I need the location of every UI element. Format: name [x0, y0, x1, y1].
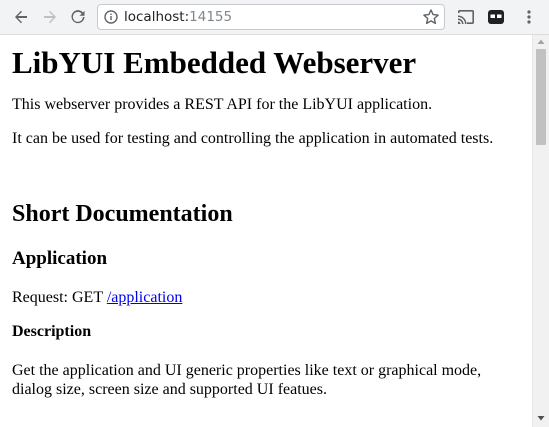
back-arrow-icon	[15, 10, 27, 24]
page-viewport: LibYUI Embedded Webserver This webserver…	[0, 35, 532, 427]
page-title: LibYUI Embedded Webserver	[12, 45, 417, 80]
page-content: LibYUI Embedded Webserver This webserver…	[0, 45, 532, 399]
request-line: Request: GET /application	[12, 288, 524, 307]
browser-toolbar: localhost:14155	[0, 0, 549, 35]
description-text: Get the application and UI generic prope…	[12, 362, 482, 398]
scroll-up-arrow-icon[interactable]	[537, 38, 545, 46]
more-vert-icon	[527, 10, 531, 24]
star-icon[interactable]	[422, 8, 440, 26]
extension-button[interactable]	[484, 5, 508, 29]
application-link[interactable]: /application	[107, 289, 183, 306]
cast-icon	[458, 10, 474, 24]
cast-button[interactable]	[454, 5, 478, 29]
application-heading: Application	[12, 248, 108, 269]
address-bar[interactable]: localhost:14155	[97, 4, 445, 30]
reload-icon	[71, 10, 85, 24]
reload-button[interactable]	[66, 5, 90, 29]
intro-paragraph-1: This webserver provides a REST API for t…	[12, 96, 433, 113]
intro-paragraph-2: It can be used for testing and controlli…	[12, 130, 494, 147]
description-heading: Description	[12, 323, 92, 340]
info-icon[interactable]	[104, 10, 118, 24]
back-button[interactable]	[9, 5, 33, 29]
request-prefix: Request: GET	[12, 289, 107, 306]
menu-button[interactable]	[517, 5, 541, 29]
forward-button[interactable]	[38, 5, 62, 29]
url-text[interactable]: localhost:14155	[124, 9, 232, 26]
extension-icon	[488, 10, 504, 24]
scrollbar-thumb[interactable]	[536, 49, 546, 145]
section-title: Short Documentation	[12, 201, 233, 227]
forward-arrow-icon	[44, 10, 56, 24]
scroll-down-arrow-icon[interactable]	[537, 414, 545, 422]
vertical-scrollbar[interactable]	[532, 35, 549, 427]
